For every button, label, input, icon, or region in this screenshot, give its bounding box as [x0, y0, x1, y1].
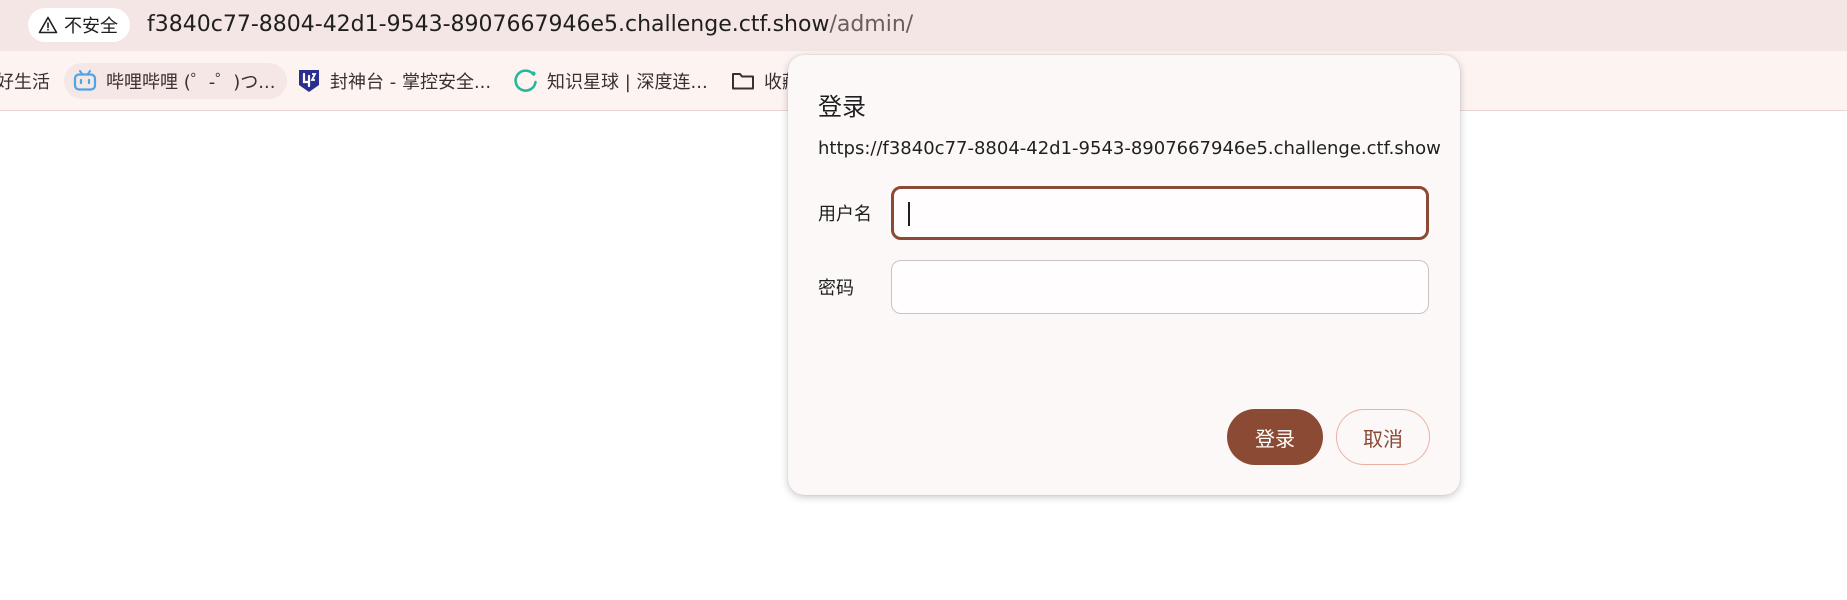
zsxq-icon — [514, 69, 537, 92]
bookmark-zsxq[interactable]: 知识星球 | 深度连... — [513, 63, 708, 99]
url-text[interactable]: f3840c77-8804-42d1-9543-8907667946e5.cha… — [147, 12, 913, 38]
dialog-title: 登录 — [818, 93, 866, 121]
bookmark-bilibili[interactable]: 哔哩哔哩 (゜-゜)つ... — [64, 63, 288, 99]
warning-icon — [38, 16, 58, 34]
password-input[interactable] — [891, 260, 1429, 314]
username-label: 用户名 — [818, 204, 872, 225]
text-caret — [908, 202, 910, 226]
login-button[interactable]: 登录 — [1227, 409, 1323, 465]
password-label: 密码 — [818, 278, 854, 299]
bookmark-label: 知识星球 | 深度连... — [547, 72, 708, 93]
username-input[interactable] — [891, 186, 1429, 240]
url-host: f3840c77-8804-42d1-9543-8907667946e5.cha… — [147, 12, 830, 37]
bookmark-label: 好生活 — [0, 72, 50, 93]
dialog-origin-url: https://f3840c77-8804-42d1-9543-89076679… — [818, 138, 1441, 159]
folder-icon — [732, 73, 754, 90]
security-indicator[interactable]: 不安全 — [28, 8, 130, 42]
bookmark-fengshentai[interactable]: 封神台 - 掌控安全... — [296, 63, 491, 99]
security-label: 不安全 — [64, 16, 118, 37]
fengshentai-icon — [299, 70, 319, 92]
bookmark-item[interactable]: 好生活 — [0, 63, 50, 99]
cancel-button[interactable]: 取消 — [1336, 409, 1430, 465]
address-bar[interactable]: 不安全 f3840c77-8804-42d1-9543-8907667946e5… — [0, 0, 1847, 51]
bilibili-icon — [73, 70, 97, 91]
bookmark-label: 哔哩哔哩 (゜-゜)つ... — [106, 72, 276, 93]
login-dialog: 登录 https://f3840c77-8804-42d1-9543-89076… — [788, 55, 1460, 495]
url-path: /admin/ — [829, 12, 914, 37]
bookmark-label: 封神台 - 掌控安全... — [330, 72, 492, 93]
